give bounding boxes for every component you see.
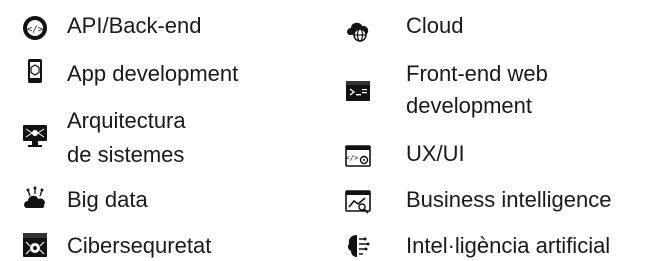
service-label: Cloud — [406, 13, 464, 38]
service-label-line1: Arquitectura — [67, 108, 186, 133]
svg-text:</>: </> — [346, 154, 359, 162]
cloud-globe-icon — [345, 17, 371, 43]
service-label-line1: Front-end web — [406, 61, 548, 86]
service-label: Business intelligence — [406, 187, 612, 212]
ux-ui-window-icon: </> — [345, 143, 371, 169]
api-code-icon: </> — [22, 15, 48, 41]
svg-text:</>: </> — [27, 25, 44, 35]
service-label-line2: de sistemes — [67, 142, 185, 167]
system-architecture-icon — [22, 123, 48, 149]
business-intelligence-icon — [345, 189, 371, 215]
service-label: Big data — [67, 187, 148, 212]
service-label-line2: development — [406, 93, 532, 118]
big-data-icon — [22, 186, 48, 212]
cybersecurity-icon — [22, 232, 48, 258]
mobile-app-icon — [22, 58, 48, 84]
frontend-terminal-icon — [345, 78, 371, 104]
service-label: API/Back-end — [67, 13, 202, 38]
ai-brain-icon — [345, 233, 371, 259]
service-label: Cibersequretat — [67, 233, 212, 258]
service-label: App development — [67, 61, 239, 86]
service-label: UX/UI — [406, 141, 465, 166]
service-label: Intel·ligència artificial — [406, 233, 611, 258]
